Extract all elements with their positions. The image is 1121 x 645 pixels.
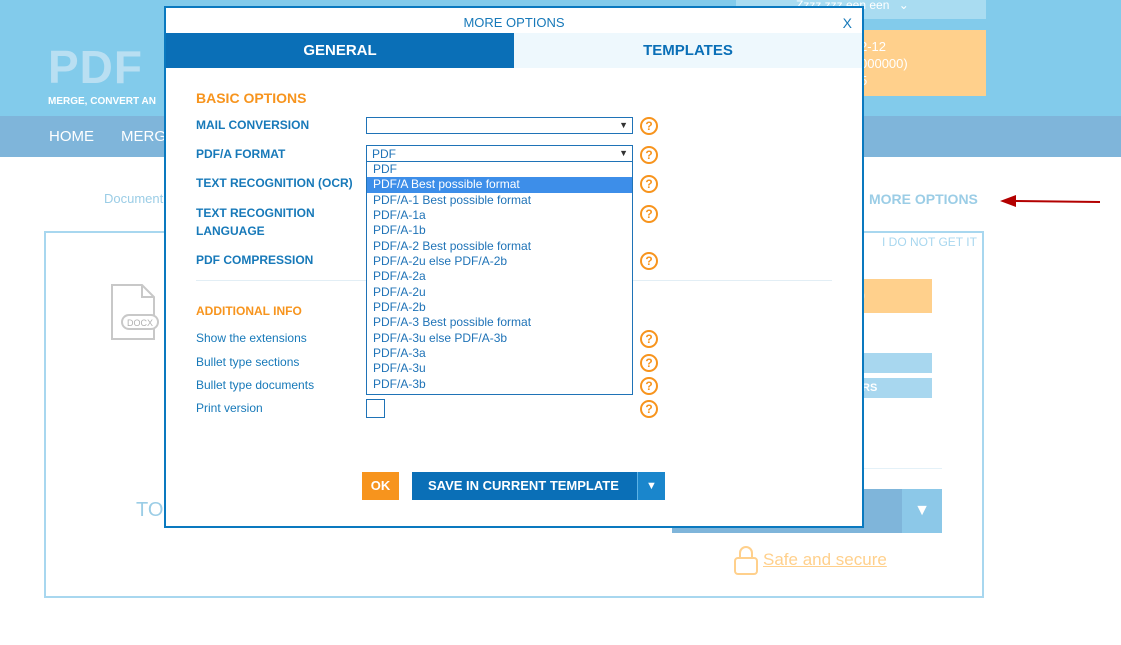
chevron-down-icon: ⌄ [898,0,909,12]
pdf-compression-label: PDF COMPRESSION [196,253,314,267]
pdfa-option[interactable]: PDF/A-2 Best possible format [367,239,632,254]
help-icon[interactable]: ? [640,175,658,193]
pdfa-option[interactable]: PDF/A-3b [367,377,632,392]
help-icon[interactable]: ? [640,252,658,270]
pdfa-option[interactable]: PDF/A-2a [367,269,632,284]
pdfa-format-select[interactable]: PDF ▼ [366,145,633,162]
mail-conversion-select[interactable]: ▼ [366,117,633,134]
help-icon[interactable]: ? [640,146,658,164]
help-icon[interactable]: ? [640,117,658,135]
bg-to-label: TO [136,499,164,521]
help-icon[interactable]: ? [640,330,658,348]
promo-line: 5 [860,72,986,89]
bg-blue-bar-labeled[interactable]: RS [852,378,932,398]
pdfa-option[interactable]: PDF/A-3 Best possible format [367,315,632,330]
dialog-title: MORE OPTIONS [463,15,565,30]
nav-home[interactable]: HOME [49,128,94,145]
pdfa-option[interactable]: PDF/A Best possible format [367,177,632,193]
print-version-label: Print version [196,401,263,415]
pdfa-format-label: PDF/A FORMAT [196,147,286,161]
pdfa-format-value: PDF [372,147,396,161]
pdfa-option[interactable]: PDF/A-3u else PDF/A-3b [367,331,632,346]
more-options-link[interactable]: MORE OPTIONS [869,191,978,207]
pdfa-option[interactable]: PDF [367,162,632,177]
show-extensions-label: Show the extensions [196,331,307,345]
help-icon[interactable]: ? [640,205,658,223]
pdfa-option[interactable]: PDF/A-3a [367,346,632,361]
pdfa-option[interactable]: PDF/A-1b [367,223,632,238]
bullet-documents-label: Bullet type documents [196,378,315,392]
site-logo: PDF [48,41,143,93]
close-button[interactable]: X [843,15,852,31]
ok-button[interactable]: OK [362,472,399,500]
more-options-dialog: MORE OPTIONS X GENERAL TEMPLATES BASIC O… [164,6,864,528]
docx-label: DOCX [127,318,153,328]
pdfa-format-options-list[interactable]: PDF PDF/A Best possible format PDF/A-1 Bes… [366,161,633,395]
help-icon[interactable]: ? [640,354,658,372]
pdfa-option[interactable]: PDF/A-3u [367,361,632,376]
ocr-label: TEXT RECOGNITION (OCR) [196,176,353,190]
red-arrow-annotation [1000,195,1101,207]
bg-blue-bar[interactable] [852,353,932,373]
print-version-checkbox[interactable] [366,399,385,418]
caret-down-icon: ▼ [619,120,628,130]
save-in-current-template-button[interactable]: SAVE IN CURRENT TEMPLATE [412,472,637,500]
breadcrumb[interactable]: Document [104,191,163,206]
pdfa-option[interactable]: PDF/A-1 Best possible format [367,193,632,208]
help-icon[interactable]: ? [640,377,658,395]
additional-info-heading: ADDITIONAL INFO [196,304,302,318]
caret-down-icon: ▼ [619,148,628,158]
bg-separator [860,468,942,469]
basic-options-heading: BASIC OPTIONS [196,90,307,106]
dont-get-it-link[interactable]: I DO NOT GET IT [882,235,977,249]
mail-conversion-label: MAIL CONVERSION [196,118,310,132]
tab-general[interactable]: GENERAL [166,33,514,68]
tab-templates[interactable]: TEMPLATES [514,33,862,68]
docx-file-icon: DOCX [111,284,159,340]
promo-line: 2-12 [860,39,887,54]
nav-merge[interactable]: MERG [121,128,166,145]
promo-line: 000000) [860,56,908,71]
bg-orange-button[interactable]: ) [852,279,932,313]
dialog-tabs: GENERAL TEMPLATES [166,33,862,68]
save-template-caret-icon[interactable]: ▼ [637,472,665,500]
site-tagline: MERGE, CONVERT AN [48,96,156,107]
bg-convert-caret-icon[interactable]: ▼ [902,489,942,533]
pdfa-option[interactable]: PDF/A-2b [367,300,632,315]
bullet-sections-label: Bullet type sections [196,355,300,369]
pdfa-option[interactable]: PDF/A-2u else PDF/A-2b [367,254,632,269]
ocr-language-label: TEXT RECOGNITION LANGUAGE [196,206,315,238]
help-icon[interactable]: ? [640,400,658,418]
lock-icon [734,546,758,575]
pdfa-option[interactable]: PDF/A-2u [367,285,632,300]
pdfa-option[interactable]: PDF/A-1a [367,208,632,223]
safe-and-secure-link[interactable]: Safe and secure [763,550,887,570]
